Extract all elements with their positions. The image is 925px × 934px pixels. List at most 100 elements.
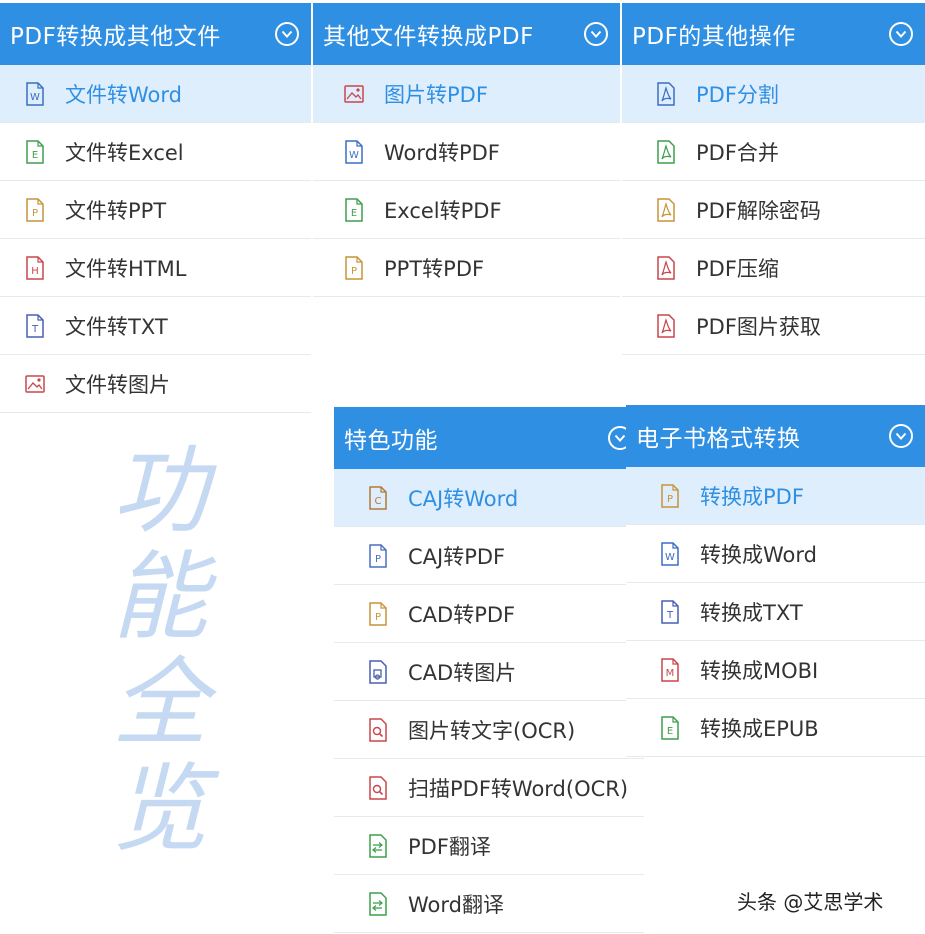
panel-title: 其他文件转换成PDF xyxy=(323,17,534,51)
txt-icon: T xyxy=(25,314,45,338)
pdf-icon xyxy=(656,140,676,164)
menu-item[interactable]: Word翻译 xyxy=(334,875,644,933)
panel-title: PDF的其他操作 xyxy=(632,17,796,51)
menu-item[interactable]: PCAJ转PDF xyxy=(334,527,644,585)
menu-item-label: 转换成Word xyxy=(700,539,817,569)
panel-header[interactable]: 特色功能 xyxy=(334,407,644,469)
menu-item-label: PDF图片获取 xyxy=(696,311,821,341)
menu-item[interactable]: T转换成TXT xyxy=(626,583,925,641)
menu-item[interactable]: 扫描PDF转Word(OCR) xyxy=(334,759,644,817)
ppt-icon: P xyxy=(344,256,364,280)
menu-item-label: PDF压缩 xyxy=(696,253,779,283)
translate-icon xyxy=(368,892,388,916)
translate-icon xyxy=(368,834,388,858)
menu-item[interactable]: PDF合并 xyxy=(622,123,925,181)
panel-header[interactable]: 其他文件转换成PDF xyxy=(313,3,620,65)
watermark-char: 能 xyxy=(100,544,220,650)
menu-item[interactable]: P 转换成PDF xyxy=(626,467,925,525)
pdf-icon xyxy=(656,198,676,222)
menu-item[interactable]: PDF压缩 xyxy=(622,239,925,297)
menu-item-label: 图片转文字(OCR) xyxy=(408,715,575,745)
menu-item[interactable]: 文件转图片 xyxy=(0,355,311,413)
menu-item-label: PPT转PDF xyxy=(384,253,484,283)
menu-item[interactable]: H 文件转HTML xyxy=(0,239,311,297)
caj-icon: C xyxy=(368,486,388,510)
panel-header[interactable]: PDF的其他操作 xyxy=(622,3,925,65)
svg-text:E: E xyxy=(667,726,673,737)
caj-pdf-icon: P xyxy=(368,544,388,568)
svg-text:P: P xyxy=(375,554,381,565)
svg-text:H: H xyxy=(31,266,39,277)
menu-item-label: 文件转PPT xyxy=(65,195,166,225)
menu-item-label: Excel转PDF xyxy=(384,195,502,225)
menu-item-label: CAD转PDF xyxy=(408,599,515,629)
chevron-down-icon[interactable] xyxy=(584,22,608,46)
menu-item[interactable]: M 转换成MOBI xyxy=(626,641,925,699)
menu-item-label: 转换成TXT xyxy=(700,597,803,627)
pdf-icon xyxy=(656,314,676,338)
panel-pdf-to-other: PDF转换成其他文件W文件转WordE文件转ExcelP文件转PPT H 文件转HT… xyxy=(0,3,311,413)
epub-icon: E xyxy=(660,716,680,740)
ocr-icon xyxy=(368,776,388,800)
menu-item[interactable]: 图片转文字(OCR) xyxy=(334,701,644,759)
pdf-icon xyxy=(656,256,676,280)
panel-other-to-pdf: 其他文件转换成PDF 图片转PDF W Word转PDF EExcel转PDF P PPT转… xyxy=(313,3,620,297)
menu-item[interactable]: P CAD转PDF xyxy=(334,585,644,643)
menu-item[interactable]: W 转换成Word xyxy=(626,525,925,583)
panel-header[interactable]: PDF转换成其他文件 xyxy=(0,3,311,65)
menu-item-label: 扫描PDF转Word(OCR) xyxy=(408,773,628,803)
svg-text:T: T xyxy=(31,324,39,335)
ocr-icon xyxy=(368,718,388,742)
chevron-down-icon[interactable] xyxy=(889,424,913,448)
svg-text:P: P xyxy=(351,266,357,277)
cad-pdf-icon: P xyxy=(368,602,388,626)
menu-item-label: Word转PDF xyxy=(384,137,500,167)
menu-item-label: CAD转图片 xyxy=(408,657,516,687)
svg-text:W: W xyxy=(349,150,359,161)
menu-item[interactable]: W文件转Word xyxy=(0,65,311,123)
menu-item[interactable]: EExcel转PDF xyxy=(313,181,620,239)
menu-item-label: 转换成PDF xyxy=(700,481,804,511)
mobi-icon: M xyxy=(660,658,680,682)
svg-text:P: P xyxy=(667,494,673,505)
chevron-down-icon[interactable] xyxy=(275,22,299,46)
image-icon xyxy=(25,372,45,396)
ebook-pdf-icon: P xyxy=(660,484,680,508)
panel-title: 特色功能 xyxy=(344,421,438,455)
menu-item[interactable]: T 文件转TXT xyxy=(0,297,311,355)
svg-text:W: W xyxy=(30,92,40,103)
menu-item-label: CAJ转Word xyxy=(408,483,518,513)
panel-special-features: 特色功能CCAJ转WordPCAJ转PDFPCAD转PDFCAD转图片图片转文字… xyxy=(334,407,644,933)
menu-item[interactable]: PDF图片获取 xyxy=(622,297,925,355)
menu-item[interactable]: C CAJ转Word xyxy=(334,469,644,527)
menu-item-label: 转换成EPUB xyxy=(700,713,819,743)
menu-item[interactable]: P PPT转PDF xyxy=(313,239,620,297)
svg-text:C: C xyxy=(375,496,382,507)
cad-image-icon xyxy=(368,660,388,684)
watermark-text: 功能全览 xyxy=(100,438,220,862)
menu-item[interactable]: P文件转PPT xyxy=(0,181,311,239)
svg-text:P: P xyxy=(375,612,381,623)
panel-ebook-conversion: 电子书格式转换 P 转换成PDF W 转换成Word T转换成TXT M 转换成MOBI E 转换… xyxy=(626,405,925,757)
menu-item-label: 文件转HTML xyxy=(65,253,186,283)
svg-text:W: W xyxy=(665,552,675,563)
menu-item[interactable]: W Word转PDF xyxy=(313,123,620,181)
html-icon: H xyxy=(25,256,45,280)
chevron-down-icon[interactable] xyxy=(889,22,913,46)
menu-item-label: 文件转TXT xyxy=(65,311,168,341)
menu-item[interactable]: PDF翻译 xyxy=(334,817,644,875)
menu-item-label: PDF翻译 xyxy=(408,831,491,861)
menu-item[interactable]: E 转换成EPUB xyxy=(626,699,925,757)
menu-item-label: PDF分割 xyxy=(696,79,779,109)
word-icon: W xyxy=(25,82,45,106)
image-icon xyxy=(344,82,364,106)
menu-item[interactable]: E文件转Excel xyxy=(0,123,311,181)
menu-item-label: 转换成MOBI xyxy=(700,655,818,685)
pdf-icon xyxy=(656,82,676,106)
menu-item[interactable]: CAD转图片 xyxy=(334,643,644,701)
menu-item[interactable]: 图片转PDF xyxy=(313,65,620,123)
menu-item[interactable]: PDF解除密码 xyxy=(622,181,925,239)
panel-header[interactable]: 电子书格式转换 xyxy=(626,405,925,467)
menu-item[interactable]: PDF分割 xyxy=(622,65,925,123)
menu-item-label: 图片转PDF xyxy=(384,79,488,109)
